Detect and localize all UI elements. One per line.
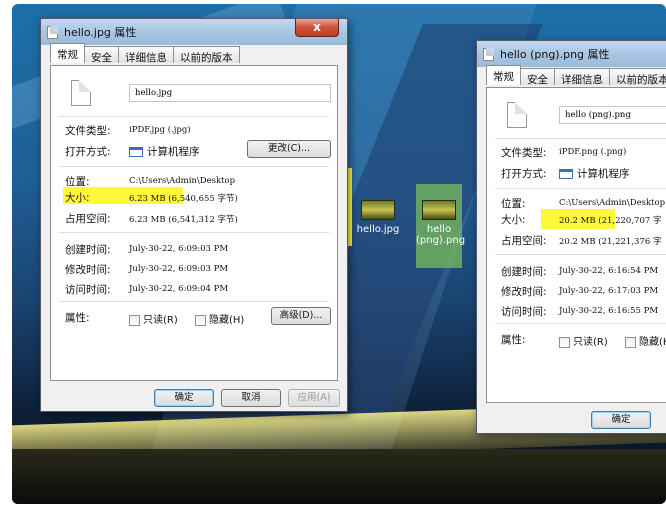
readonly-checkbox[interactable]: 只读(R) xyxy=(129,311,178,326)
size-value: 6.23 MB (6,540,655 字节) xyxy=(129,194,238,204)
modified-value: July-30-22, 6:09:03 PM xyxy=(129,264,229,274)
tab-bar: 常规 安全 详细信息 以前的版本 xyxy=(486,65,666,86)
file-type-icon xyxy=(71,80,91,106)
size-value: 20.2 MB (21,220,707 字 xyxy=(559,216,662,226)
hidden-checkbox[interactable]: 隐藏(H) xyxy=(195,311,244,326)
desktop: hello.jpg hello (png).png hello.jpg 属性 x… xyxy=(12,4,666,504)
tab-previous-versions[interactable]: 以前的版本 xyxy=(173,46,240,64)
window-title: hello (png).png 属性 xyxy=(500,48,610,61)
desktop-icon-label: hello.jpg xyxy=(356,224,400,235)
file-icon xyxy=(483,47,494,61)
file-type-value: iPDF.png (.png) xyxy=(559,147,627,157)
tab-previous-versions[interactable]: 以前的版本 xyxy=(609,68,666,86)
tab-details[interactable]: 详细信息 xyxy=(118,46,174,64)
open-with-app: 计算机程序 xyxy=(147,146,200,158)
separator xyxy=(495,254,666,255)
created-value: July-30-22, 6:09:03 PM xyxy=(129,244,229,254)
desktop-icon-hello-jpg[interactable]: hello.jpg xyxy=(356,200,400,235)
application-icon xyxy=(129,147,143,157)
filename-field[interactable]: hello (png).png xyxy=(559,106,666,124)
created-label: 创建时间: xyxy=(501,266,547,278)
window-title: hello.jpg 属性 xyxy=(64,26,137,39)
hidden-label: 隐藏(H) xyxy=(639,337,666,348)
size-on-disk-value: 20.2 MB (21,221,376 字 xyxy=(559,237,662,247)
properties-dialog-hello-png: hello (png).png 属性 常规 安全 详细信息 以前的版本 hell… xyxy=(476,40,666,434)
separator xyxy=(495,188,666,189)
size-on-disk-label: 占用空间: xyxy=(501,235,547,247)
attributes-label: 属性: xyxy=(501,334,526,346)
size-label: 大小: xyxy=(65,192,90,204)
accessed-value: July-30-22, 6:09:04 PM xyxy=(129,284,229,294)
title-bar[interactable]: hello.jpg 属性 x xyxy=(41,19,347,45)
desktop-icon-label: (png).png xyxy=(416,235,466,246)
checkbox-box xyxy=(129,314,140,326)
separator xyxy=(59,232,329,233)
accessed-label: 访问时间: xyxy=(501,306,547,318)
wallpaper-base xyxy=(12,449,666,504)
file-type-icon xyxy=(507,102,527,128)
checkbox-box xyxy=(195,314,206,326)
size-on-disk-label: 占用空间: xyxy=(65,213,111,225)
modified-label: 修改时间: xyxy=(65,264,111,276)
file-type-value: iPDF.jpg (.jpg) xyxy=(129,125,191,135)
image-thumbnail-icon xyxy=(361,200,395,220)
open-with-label: 打开方式: xyxy=(501,168,547,180)
readonly-label: 只读(R) xyxy=(573,337,608,348)
readonly-checkbox[interactable]: 只读(R) xyxy=(559,333,608,348)
modified-value: July-30-22, 6:17:03 PM xyxy=(559,286,659,296)
separator xyxy=(59,166,329,167)
size-label: 大小: xyxy=(501,214,526,226)
close-button[interactable]: x xyxy=(295,19,339,37)
filename-field[interactable]: hello.jpg xyxy=(129,84,331,102)
advanced-button[interactable]: 高级(D)... xyxy=(271,307,331,325)
created-label: 创建时间: xyxy=(65,244,111,256)
open-with-value: 计算机程序 xyxy=(129,144,200,159)
hidden-label: 隐藏(H) xyxy=(209,315,245,326)
change-button[interactable]: 更改(C)... xyxy=(247,140,331,158)
accessed-label: 访问时间: xyxy=(65,284,111,296)
tab-general[interactable]: 常规 xyxy=(50,43,85,63)
tab-details[interactable]: 详细信息 xyxy=(554,68,610,86)
tab-general[interactable]: 常规 xyxy=(486,65,521,85)
file-type-label: 文件类型: xyxy=(501,147,547,159)
created-value: July-30-22, 6:16:54 PM xyxy=(559,266,659,276)
tab-security[interactable]: 安全 xyxy=(520,68,555,86)
properties-dialog-hello-jpg: hello.jpg 属性 x 常规 安全 详细信息 以前的版本 hello.jp… xyxy=(40,18,348,412)
checkbox-box xyxy=(559,336,570,348)
desktop-icon-hello-png[interactable]: hello (png).png xyxy=(416,184,466,268)
open-with-label: 打开方式: xyxy=(65,146,111,158)
separator xyxy=(59,301,329,302)
accessed-value: July-30-22, 6:16:55 PM xyxy=(559,306,659,316)
apply-button[interactable]: 应用(A) xyxy=(288,389,340,407)
hidden-checkbox[interactable]: 隐藏(H) xyxy=(625,333,666,348)
cancel-button[interactable]: 取消 xyxy=(221,389,281,407)
readonly-label: 只读(R) xyxy=(143,315,178,326)
general-panel: hello (png).png 文件类型: iPDF.png (.png) 打开… xyxy=(486,87,666,403)
general-panel: hello.jpg 文件类型: iPDF.jpg (.jpg) 打开方式: 计算… xyxy=(50,65,338,381)
ok-button[interactable]: 确定 xyxy=(591,411,651,429)
location-label: 位置: xyxy=(501,198,526,210)
attributes-label: 属性: xyxy=(65,312,90,324)
size-on-disk-value: 6.23 MB (6,541,312 字节) xyxy=(129,215,238,225)
desktop-icon-label: hello xyxy=(426,224,452,235)
tab-security[interactable]: 安全 xyxy=(84,46,119,64)
separator xyxy=(495,323,666,324)
checkbox-box xyxy=(625,336,636,348)
file-type-label: 文件类型: xyxy=(65,125,111,137)
application-icon xyxy=(559,169,573,179)
location-value: C:\Users\Admin\Desktop xyxy=(129,176,236,186)
location-value: C:\Users\Admin\Desktop xyxy=(559,198,666,208)
title-bar[interactable]: hello (png).png 属性 xyxy=(477,41,666,67)
separator xyxy=(59,116,329,117)
file-icon xyxy=(47,25,58,39)
tab-bar: 常规 安全 详细信息 以前的版本 xyxy=(50,43,240,64)
modified-label: 修改时间: xyxy=(501,286,547,298)
separator xyxy=(495,138,666,139)
open-with-app: 计算机程序 xyxy=(577,168,630,180)
ok-button[interactable]: 确定 xyxy=(154,389,214,407)
open-with-value: 计算机程序 xyxy=(559,166,630,181)
image-thumbnail-icon xyxy=(422,200,456,220)
